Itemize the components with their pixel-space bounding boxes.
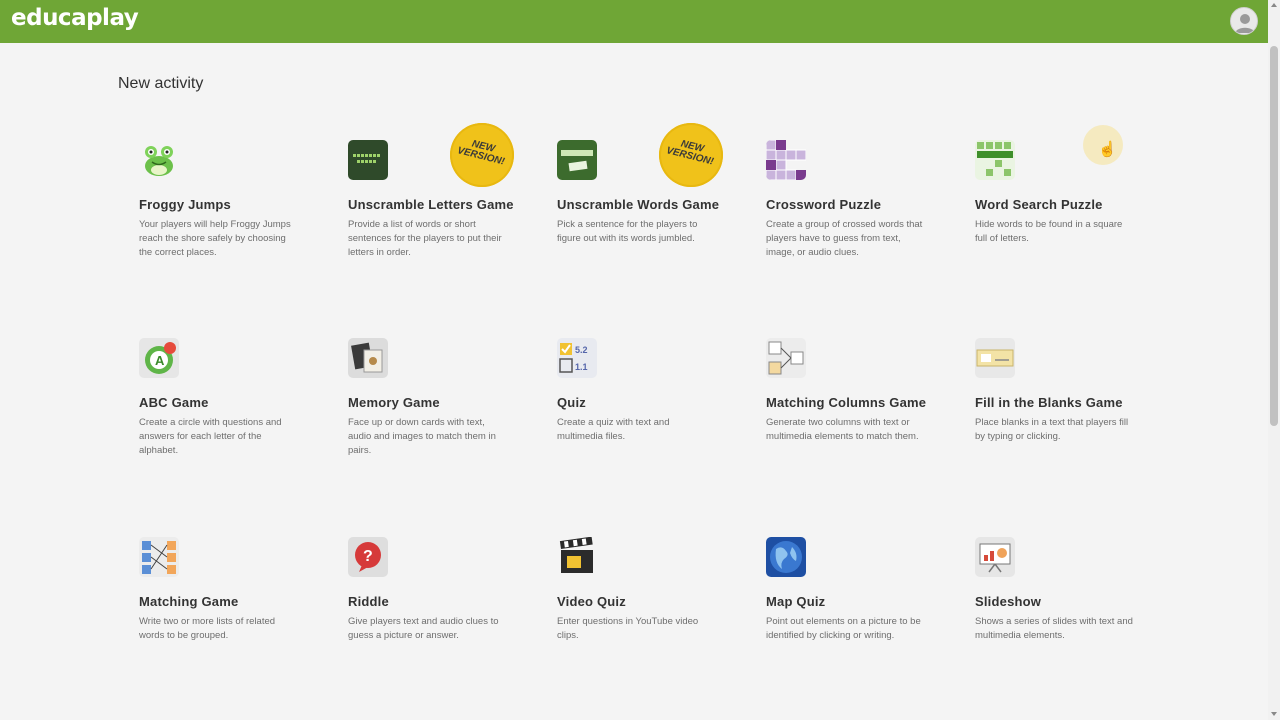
memory-cards-icon — [348, 338, 388, 378]
activity-name: Riddle — [348, 594, 389, 609]
activity-card-fill-in-blanks[interactable]: Fill in the Blanks Game Place blanks in … — [975, 338, 1155, 444]
word-search-icon — [975, 140, 1015, 180]
slideshow-icon — [975, 537, 1015, 577]
activity-name: Unscramble Words Game — [557, 197, 720, 212]
matching-columns-icon — [766, 338, 806, 378]
activity-name: Matching Columns Game — [766, 395, 927, 410]
activity-name: Crossword Puzzle — [766, 197, 882, 212]
activity-card-slideshow[interactable]: Slideshow Shows a series of slides with … — [975, 537, 1155, 643]
scroll-up-arrow-icon[interactable] — [1271, 3, 1277, 7]
activity-card-quiz[interactable]: 5.2 1.1 Quiz Create a quiz with text and… — [557, 338, 737, 444]
activity-card-word-search[interactable]: Word Search Puzzle Hide words to be foun… — [975, 140, 1155, 246]
clapperboard-icon — [557, 537, 597, 577]
scroll-down-arrow-icon[interactable] — [1271, 712, 1277, 716]
svg-text:1.1: 1.1 — [575, 362, 588, 372]
activity-description: Create a circle with questions and answe… — [139, 417, 282, 456]
activity-name: Map Quiz — [766, 594, 826, 609]
activity-card-abc-game[interactable]: A ABC Game Create a circle with question… — [139, 338, 319, 458]
activity-card-froggy-jumps[interactable]: Froggy Jumps Your players will help Frog… — [139, 140, 319, 260]
activity-name: Quiz — [557, 395, 586, 410]
svg-text:A: A — [155, 353, 165, 368]
activity-name: Matching Game — [139, 594, 239, 609]
abc-icon: A — [139, 338, 179, 378]
activity-description: Place blanks in a text that players fill… — [975, 417, 1129, 442]
riddle-icon: ? — [348, 537, 388, 577]
activity-card-map-quiz[interactable]: Map Quiz Point out elements on a picture… — [766, 537, 946, 643]
activity-name: Froggy Jumps — [139, 197, 231, 212]
activity-card-riddle[interactable]: ? Riddle Give players text and audio clu… — [348, 537, 528, 643]
unscramble-words-icon — [557, 140, 597, 180]
globe-icon — [766, 537, 806, 577]
educaplay-logo[interactable]: educaplay — [11, 5, 139, 31]
activity-description: Provide a list of words or short sentenc… — [348, 219, 502, 258]
scrollbar-thumb[interactable] — [1270, 46, 1278, 426]
activity-description: Shows a series of slides with text and m… — [975, 616, 1133, 641]
activity-name: Fill in the Blanks Game — [975, 395, 1123, 410]
activity-card-crossword-puzzle[interactable]: Crossword Puzzle Create a group of cross… — [766, 140, 946, 260]
fill-blanks-icon — [975, 338, 1015, 378]
activity-description: Hide words to be found in a square full … — [975, 219, 1123, 244]
activity-description: Give players text and audio clues to gue… — [348, 616, 499, 641]
quiz-icon: 5.2 1.1 — [557, 338, 597, 378]
matching-icon — [139, 537, 179, 577]
activity-name: Video Quiz — [557, 594, 626, 609]
activity-card-matching-columns[interactable]: Matching Columns Game Generate two colum… — [766, 338, 946, 444]
activity-description: Create a group of crossed words that pla… — [766, 219, 923, 258]
svg-text:?: ? — [363, 548, 373, 565]
activity-name: Slideshow — [975, 594, 1042, 609]
activity-card-matching-game[interactable]: Matching Game Write two or more lists of… — [139, 537, 319, 643]
top-navbar: educaplay — [0, 0, 1268, 43]
badge-label: NEW VERSION! — [665, 138, 715, 168]
activity-name: Unscramble Letters Game — [348, 197, 514, 212]
activity-description: Generate two columns with text or multim… — [766, 417, 919, 442]
activity-card-video-quiz[interactable]: Video Quiz Enter questions in YouTube vi… — [557, 537, 737, 643]
page-scrollbar[interactable] — [1268, 0, 1280, 720]
badge-label: NEW VERSION! — [456, 138, 506, 168]
crossword-icon — [766, 140, 806, 180]
new-version-badge: NEW VERSION! — [659, 123, 723, 187]
activity-name: Memory Game — [348, 395, 440, 410]
activity-card-memory-game[interactable]: Memory Game Face up or down cards with t… — [348, 338, 528, 458]
activity-name: ABC Game — [139, 395, 209, 410]
user-avatar-icon[interactable] — [1230, 7, 1258, 35]
activity-name: Word Search Puzzle — [975, 197, 1103, 212]
activity-description: Pick a sentence for the players to figur… — [557, 219, 698, 244]
activity-description: Your players will help Froggy Jumps reac… — [139, 219, 291, 258]
frog-icon — [139, 140, 179, 180]
new-version-badge: NEW VERSION! — [450, 123, 514, 187]
activity-description: Create a quiz with text and multimedia f… — [557, 417, 670, 442]
unscramble-letters-icon — [348, 140, 388, 180]
activity-description: Face up or down cards with text, audio a… — [348, 417, 496, 456]
activity-description: Point out elements on a picture to be id… — [766, 616, 921, 641]
activity-description: Enter questions in YouTube video clips. — [557, 616, 699, 641]
svg-text:5.2: 5.2 — [575, 345, 588, 355]
hand-pointer-icon: ☝ — [1098, 141, 1117, 158]
activity-description: Write two or more lists of related words… — [139, 616, 276, 641]
page-title: New activity — [118, 75, 204, 92]
